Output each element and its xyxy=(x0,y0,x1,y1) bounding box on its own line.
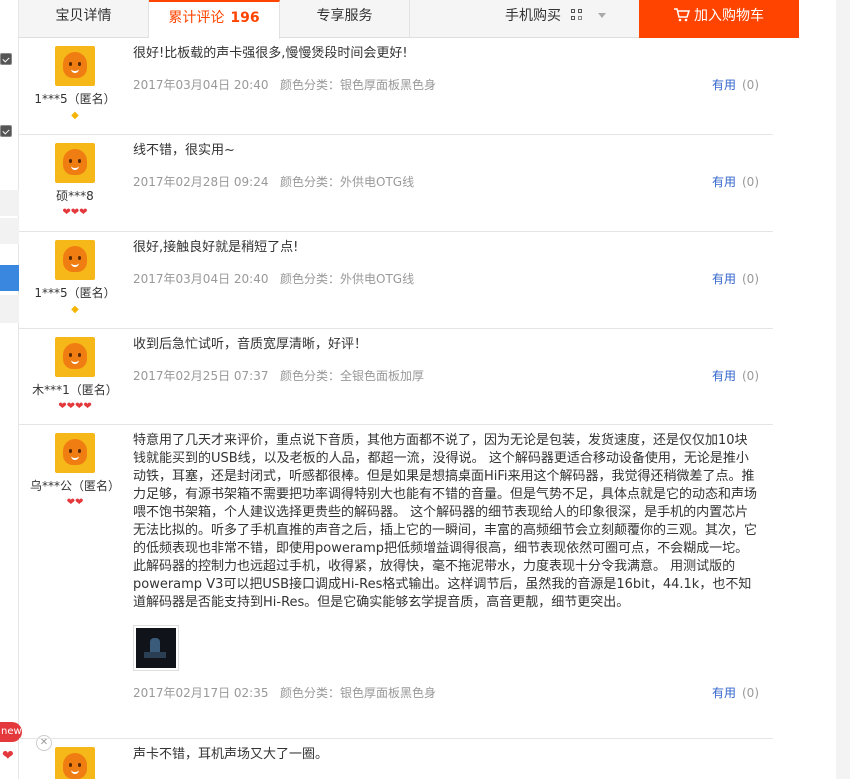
review-text: 很好,接触良好就是稍短了点! xyxy=(133,240,299,255)
rank-diamond-icon: ◆ xyxy=(71,110,79,121)
useful-count: (0) xyxy=(742,369,759,383)
reviewer-name: 1***5（匿名） xyxy=(34,92,116,106)
useful-label: 有用 xyxy=(711,369,736,383)
useful-button[interactable]: 有用 (0) xyxy=(712,173,759,190)
qr-code-icon xyxy=(571,9,583,21)
add-to-cart-label: 加入购物车 xyxy=(694,8,764,24)
tab-details-label: 宝贝详情 xyxy=(55,8,112,24)
review-sku: 颜色分类：银色厚面板黑色身 xyxy=(280,78,437,92)
reviewer: 木***1（匿名） ❤❤❤❤ xyxy=(19,337,131,413)
useful-label: 有用 xyxy=(711,78,736,92)
mobile-buy-dropdown[interactable]: 手机购买 xyxy=(505,0,606,38)
sidebar-item[interactable] xyxy=(0,218,19,244)
detail-tab-bar: 宝贝详情 累计评论 196 专享服务 手机购买 加入购物车 xyxy=(19,0,799,39)
rank-heart-icon: ❤❤❤ xyxy=(62,207,88,218)
review-photo-thumbnail[interactable] xyxy=(133,625,179,671)
checkbox-icon[interactable] xyxy=(0,53,12,65)
review-sku: 颜色分类：外供电OTG线 xyxy=(280,175,415,189)
sidebar-item-active[interactable] xyxy=(0,265,19,291)
review-date: 2017年02月17日 02:35 xyxy=(133,686,269,700)
review-sku: 颜色分类：银色厚面板黑色身 xyxy=(280,686,437,700)
avatar xyxy=(55,747,95,779)
review-text: 特意用了几天才来评价，重点说下音质，其他方面都不说了，因为无论是包装，发货速度，… xyxy=(133,433,758,610)
useful-button[interactable]: 有用 (0) xyxy=(712,270,759,287)
reviewer-name: 木***1（匿名） xyxy=(32,383,118,397)
checkbox-icon[interactable] xyxy=(0,125,12,137)
review-sku: 颜色分类：全银色面板加厚 xyxy=(280,369,425,383)
useful-button[interactable]: 有用 (0) xyxy=(712,367,759,384)
tab-service[interactable]: 专享服务 xyxy=(280,0,410,38)
sidebar-item[interactable] xyxy=(0,190,19,216)
useful-button[interactable]: 有用 (0) xyxy=(712,684,759,701)
tab-details[interactable]: 宝贝详情 xyxy=(19,0,149,38)
useful-count: (0) xyxy=(742,175,759,189)
review-item: 1***5（匿名） ◆ 很好!比板载的声卡强很多,慢慢煲段时间会更好! 2017… xyxy=(19,38,773,135)
useful-button[interactable]: 有用 (0) xyxy=(712,76,759,93)
reviewer: 硕***8 ❤❤❤ xyxy=(19,143,131,219)
useful-count: (0) xyxy=(742,272,759,286)
avatar xyxy=(55,143,95,183)
review-item: 声卡不错，耳机声场又大了一圈。 xyxy=(19,739,773,779)
avatar xyxy=(55,240,95,280)
reviewer: 1***5（匿名） ◆ xyxy=(19,46,131,122)
review-text: 收到后急忙试听，音质宽厚清晰，好评！ xyxy=(133,337,368,352)
review-sku: 颜色分类：外供电OTG线 xyxy=(280,272,415,286)
reviewer-name: 硕***8 xyxy=(56,189,94,203)
avatar xyxy=(55,46,95,86)
rank-heart-icon: ❤❤ xyxy=(66,497,84,508)
rank-heart-icon: ❤❤❤❤ xyxy=(58,401,92,412)
review-list: 1***5（匿名） ◆ 很好!比板载的声卡强很多,慢慢煲段时间会更好! 2017… xyxy=(19,38,780,779)
review-item: 硕***8 ❤❤❤ 线不错，很实用~ 2017年02月28日 09:24 颜色分… xyxy=(19,135,773,232)
review-item: 木***1（匿名） ❤❤❤❤ 收到后急忙试听，音质宽厚清晰，好评！ 2017年0… xyxy=(19,329,773,425)
tab-reviews-label: 累计评论 xyxy=(168,10,225,26)
review-date: 2017年03月04日 20:40 xyxy=(133,78,269,92)
review-text: 很好!比板载的声卡强很多,慢慢煲段时间会更好! xyxy=(133,46,408,61)
review-item: 乌***公（匿名） ❤❤ 特意用了几天才来评价，重点说下音质，其他方面都不说了，… xyxy=(19,425,773,739)
tab-reviews[interactable]: 累计评论 196 xyxy=(149,0,280,39)
useful-count: (0) xyxy=(742,686,759,700)
reviewer-name: 1***5（匿名） xyxy=(34,286,116,300)
useful-count: (0) xyxy=(742,78,759,92)
useful-label: 有用 xyxy=(711,175,736,189)
reviewer: 1***5（匿名） ◆ xyxy=(19,240,131,316)
mobile-buy-label: 手机购买 xyxy=(505,8,561,24)
review-date: 2017年02月28日 09:24 xyxy=(133,175,269,189)
rank-diamond-icon: ◆ xyxy=(71,304,79,315)
left-sidebar: new ❤ xyxy=(0,0,22,779)
review-text: 线不错，很实用~ xyxy=(133,143,235,158)
avatar xyxy=(55,337,95,377)
add-to-cart-button[interactable]: 加入购物车 xyxy=(639,0,799,38)
review-text: 声卡不错，耳机声场又大了一圈。 xyxy=(133,747,329,762)
useful-label: 有用 xyxy=(711,686,736,700)
review-count: 196 xyxy=(230,10,260,26)
tab-service-label: 专享服务 xyxy=(316,8,373,24)
sidebar-item[interactable] xyxy=(0,295,19,323)
reviewer-name: 乌***公（匿名） xyxy=(29,479,120,493)
heart-plus-icon[interactable]: ❤ xyxy=(2,748,16,764)
scrollbar[interactable] xyxy=(836,0,850,779)
avatar xyxy=(55,433,95,473)
useful-label: 有用 xyxy=(711,272,736,286)
cart-icon xyxy=(674,2,691,22)
review-date: 2017年02月25日 07:37 xyxy=(133,369,269,383)
review-date: 2017年03月04日 20:40 xyxy=(133,272,269,286)
reviewer xyxy=(19,747,131,779)
reviewer: 乌***公（匿名） ❤❤ xyxy=(19,433,131,509)
chevron-down-icon xyxy=(597,13,606,18)
review-item: 1***5（匿名） ◆ 很好,接触良好就是稍短了点! 2017年03月04日 2… xyxy=(19,232,773,329)
